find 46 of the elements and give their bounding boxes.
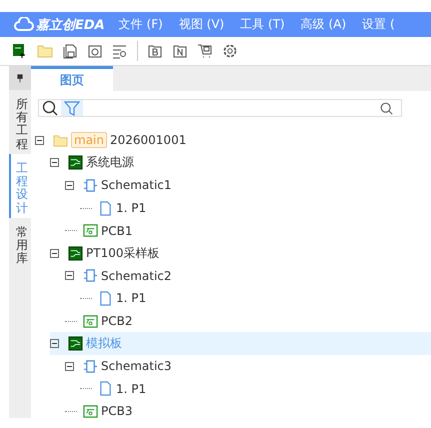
clock-icon[interactable] — [87, 43, 103, 59]
page-icon — [98, 200, 113, 216]
tree-item[interactable]: 2026001001 — [110, 133, 186, 148]
settings-icon[interactable] — [222, 43, 238, 59]
tree-item[interactable]: 1. P1 — [116, 291, 146, 306]
collapse-toggle[interactable] — [65, 362, 74, 371]
schematic-icon — [83, 358, 98, 374]
collapse-toggle[interactable] — [65, 180, 74, 190]
collapse-toggle[interactable] — [35, 136, 44, 145]
cloud-logo-icon — [14, 16, 34, 32]
folder-icon — [53, 132, 68, 148]
tree-item[interactable]: 1. P1 — [116, 201, 146, 216]
collapse-toggle[interactable] — [50, 248, 59, 258]
collapse-toggle[interactable] — [65, 271, 74, 280]
app-logo: 嘉立创EDA — [36, 16, 105, 34]
board-icon — [68, 246, 83, 261]
page-icon — [98, 290, 113, 306]
pcb-icon — [83, 223, 98, 238]
save-icon[interactable] — [62, 43, 78, 59]
tree-item[interactable]: Schematic2 — [101, 268, 172, 283]
board-icon — [68, 155, 83, 170]
branch-tag: main — [71, 132, 107, 148]
pcb-icon — [83, 314, 98, 329]
b-document-icon[interactable] — [147, 43, 163, 59]
board-icon — [68, 336, 83, 352]
pcb-icon — [83, 404, 98, 419]
collapse-toggle[interactable] — [50, 158, 59, 168]
side-tab[interactable]: 所有工程 — [9, 90, 33, 154]
schematic-icon — [83, 268, 98, 284]
collapse-toggle[interactable] — [50, 339, 59, 348]
page-icon — [98, 381, 113, 396]
side-tab[interactable]: 常用库 — [9, 218, 33, 282]
list-search-icon[interactable] — [112, 43, 128, 59]
tree-item[interactable]: Schematic3 — [101, 359, 172, 374]
tree-item[interactable]: PT100采样板 — [86, 244, 160, 262]
tree-item[interactable]: 1. P1 — [116, 382, 146, 396]
tree-item[interactable]: 系统电源 — [86, 154, 134, 172]
pin-icon[interactable] — [9, 66, 31, 90]
tree-item[interactable]: PCB1 — [101, 224, 132, 238]
tree-item[interactable]: Schematic1 — [101, 178, 172, 192]
add-board-icon[interactable] — [12, 43, 28, 59]
cart-icon[interactable] — [197, 43, 213, 59]
schematic-icon — [83, 178, 98, 193]
tree-item[interactable]: PCB3 — [101, 404, 132, 418]
tree-item[interactable]: PCB2 — [101, 314, 132, 328]
n-document-icon[interactable] — [172, 43, 188, 59]
